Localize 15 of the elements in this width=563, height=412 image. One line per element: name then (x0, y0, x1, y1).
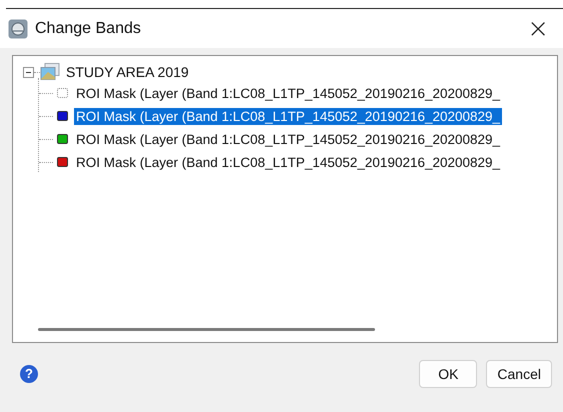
tree-item[interactable]: STUDY AREA 2019 (66, 64, 189, 80)
app-icon (8, 18, 28, 38)
tree-item[interactable]: ROI Mask (Layer (Band 1:LC08_L1TP_145052_20190216_20200829_ (74, 84, 502, 102)
window-title: Change Bands (35, 20, 141, 38)
empty-swatch-icon (57, 88, 68, 98)
ok-button[interactable]: OK (419, 360, 478, 388)
cancel-button[interactable]: Cancel (486, 360, 552, 388)
layers-icon (40, 63, 60, 81)
horizontal-scrollbar[interactable] (38, 328, 375, 331)
close-button[interactable]: × (519, 14, 557, 44)
help-icon[interactable]: ? (20, 364, 38, 382)
tree-item[interactable]: ROI Mask (Layer (Band 1:LC08_L1TP_145052_20190216_20200829_ (74, 154, 502, 170)
collapse-icon[interactable] (23, 66, 34, 78)
tree-item[interactable]: ROI Mask (Layer (Band 1:LC08_L1TP_145052_20190216_20200829_ (74, 130, 502, 148)
tree-item[interactable]: ROI Mask (Layer (Band 1:LC08_L1TP_145052_20190216_20200829_ (74, 108, 502, 124)
